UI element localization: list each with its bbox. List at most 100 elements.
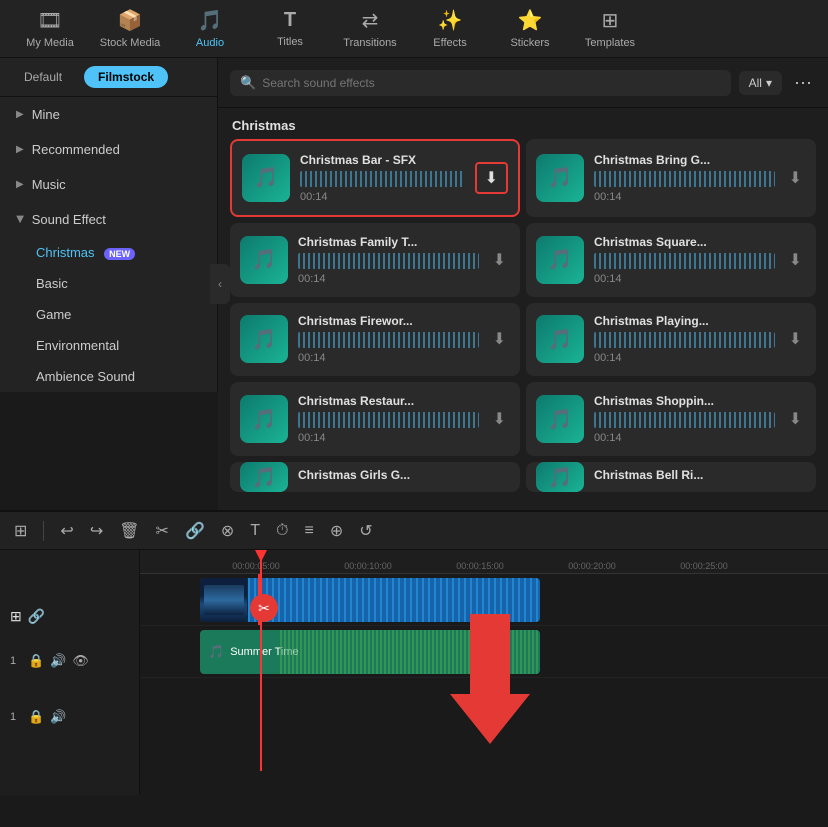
download-button-5[interactable]: ⬇ (489, 325, 510, 353)
undo-icon[interactable]: ↩ (56, 517, 77, 545)
no-link-icon[interactable]: ⊗ (217, 517, 238, 545)
titles-icon: T (284, 9, 296, 32)
cut-icon[interactable]: ✂ (152, 517, 173, 545)
sound-card-2[interactable]: 🎵 Christmas Bring G... 00:14 ⬇ (526, 139, 816, 217)
sound-name-3: Christmas Family T... (298, 235, 479, 249)
ruler-label-0 (140, 561, 200, 571)
sound-duration-2: 00:14 (594, 191, 775, 203)
timeline-tracks: 00:00:05:00 00:00:10:00 00:00:15:00 00:0… (140, 550, 828, 795)
ruler-labels: 00:00:05:00 00:00:10:00 00:00:15:00 00:0… (140, 561, 760, 571)
search-bar: 🔍 All ▾ ··· (218, 58, 828, 108)
audio-icon-1[interactable]: 🔊 (50, 653, 66, 669)
more-options-button[interactable]: ··· (790, 68, 816, 97)
text-tool-icon[interactable]: T (246, 518, 264, 544)
sound-duration-5: 00:14 (298, 352, 479, 364)
download-button-3[interactable]: ⬇ (489, 246, 510, 274)
nav-titles[interactable]: T Titles (250, 0, 330, 58)
download-button-6[interactable]: ⬇ (785, 325, 806, 353)
chevron-mine: ▶ (16, 109, 24, 120)
sound-info-9: Christmas Girls G... (298, 468, 510, 486)
sidebar-wrapper: Default Filmstock ▶ Mine ▶ Recommended ▶… (0, 58, 218, 510)
sound-wave-4 (594, 253, 775, 269)
tracks-body: ✂ (140, 574, 828, 795)
sound-card-9[interactable]: 🎵 Christmas Girls G... (230, 462, 520, 492)
sidebar-sub-item-christmas[interactable]: Christmas NEW (0, 237, 217, 268)
sidebar-item-music[interactable]: ▶ Music (0, 167, 217, 202)
add-track-icon[interactable]: ⊞ (10, 608, 22, 625)
download-button-2[interactable]: ⬇ (785, 164, 806, 192)
grid-icon[interactable]: ⊞ (10, 517, 31, 545)
track-controls-1: 1 🔒 🔊 👁 (10, 637, 129, 685)
download-button-8[interactable]: ⬇ (785, 405, 806, 433)
sidebar-item-mine[interactable]: ▶ Mine (0, 97, 217, 132)
sidebar-sub-item-ambience-sound[interactable]: Ambience Sound (0, 361, 217, 392)
add-icon[interactable]: ⊕ (326, 517, 347, 545)
sidebar-item-recommended[interactable]: ▶ Recommended (0, 132, 217, 167)
sidebar-item-sound-effect[interactable]: ▶ Sound Effect (0, 202, 217, 237)
tab-default[interactable]: Default (10, 66, 76, 88)
sound-card-1[interactable]: 🎵 Christmas Bar - SFX 00:14 ⬇ (230, 139, 520, 217)
ruler-label-1: 00:00:05:00 (200, 561, 312, 571)
filter-button[interactable]: All ▾ (739, 71, 782, 95)
sound-card-5[interactable]: 🎵 Christmas Firewor... 00:14 ⬇ (230, 303, 520, 377)
nav-transitions[interactable]: ⇄ Transitions (330, 0, 410, 58)
tab-filmstock[interactable]: Filmstock (84, 66, 168, 88)
sidebar-tabs: Default Filmstock (0, 58, 217, 97)
download-button-7[interactable]: ⬇ (489, 405, 510, 433)
rotate-icon[interactable]: ↺ (355, 517, 376, 545)
sidebar-collapse-button[interactable]: ‹ (210, 264, 230, 304)
sound-wave-5 (298, 332, 479, 348)
playhead (260, 550, 262, 771)
sound-name-4: Christmas Square... (594, 235, 775, 249)
sound-info-7: Christmas Restaur... 00:14 (298, 394, 479, 444)
nav-audio[interactable]: 🎵 Audio (170, 0, 250, 58)
sidebar-sub-item-basic[interactable]: Basic (0, 268, 217, 299)
nav-templates[interactable]: ⊞ Templates (570, 0, 650, 58)
eye-icon-1[interactable]: 👁 (72, 653, 89, 669)
sound-thumb-10: 🎵 (536, 462, 584, 492)
sound-name-1: Christmas Bar - SFX (300, 153, 465, 167)
sidebar-sub-item-game[interactable]: Game (0, 299, 217, 330)
sound-thumb-1: 🎵 (242, 154, 290, 202)
sound-card-3[interactable]: 🎵 Christmas Family T... 00:14 ⬇ (230, 223, 520, 297)
download-button-1[interactable]: ⬇ (475, 162, 508, 194)
lock-icon-2[interactable]: 🔒 (28, 709, 44, 725)
sound-name-7: Christmas Restaur... (298, 394, 479, 408)
audio-icon-2[interactable]: 🔊 (50, 709, 66, 725)
video-clip-thumb (200, 578, 248, 622)
sound-card-7[interactable]: 🎵 Christmas Restaur... 00:14 ⬇ (230, 382, 520, 456)
sound-card-4[interactable]: 🎵 Christmas Square... 00:14 ⬇ (526, 223, 816, 297)
redo-icon[interactable]: ↪ (86, 517, 107, 545)
download-button-4[interactable]: ⬇ (785, 246, 806, 274)
sound-grid: 🎵 Christmas Bar - SFX 00:14 ⬇ 🎵 Christma… (218, 139, 828, 510)
nav-effects[interactable]: ✨ Effects (410, 0, 490, 58)
nav-stock-media[interactable]: 📦 Stock Media (90, 0, 170, 58)
sound-name-9: Christmas Girls G... (298, 468, 510, 482)
timer-icon[interactable]: ⏱ (272, 518, 292, 544)
sidebar-sub-item-environmental[interactable]: Environmental (0, 330, 217, 361)
nav-my-media[interactable]: 🎞 My Media (10, 0, 90, 58)
chevron-left-icon: ‹ (218, 277, 222, 291)
delete-icon[interactable]: 🗑 (115, 517, 143, 545)
templates-icon: ⊞ (602, 8, 619, 33)
toolbar-divider-1 (43, 521, 44, 541)
sound-duration-6: 00:14 (594, 352, 775, 364)
ruler-label-2: 00:00:10:00 (312, 561, 424, 571)
sound-wave-3 (298, 253, 479, 269)
sound-card-10[interactable]: 🎵 Christmas Bell Ri... (526, 462, 816, 492)
content-panel: 🔍 All ▾ ··· Christmas 🎵 Christmas Bar - … (218, 58, 828, 510)
lock-icon-1[interactable]: 🔒 (28, 653, 44, 669)
link-track-icon[interactable]: 🔗 (28, 608, 45, 625)
sound-info-6: Christmas Playing... 00:14 (594, 314, 775, 364)
sound-card-8[interactable]: 🎵 Christmas Shoppin... 00:14 ⬇ (526, 382, 816, 456)
track-number-2: 1 (10, 711, 22, 723)
adjust-icon[interactable]: ≡ (301, 518, 318, 544)
music-note-icon: 🎵 (208, 644, 224, 660)
sound-thumb-4: 🎵 (536, 236, 584, 284)
sound-info-10: Christmas Bell Ri... (594, 468, 806, 486)
sound-card-6[interactable]: 🎵 Christmas Playing... 00:14 ⬇ (526, 303, 816, 377)
nav-stickers[interactable]: ⭐ Stickers (490, 0, 570, 58)
search-icon: 🔍 (240, 75, 256, 91)
link-icon[interactable]: 🔗 (181, 517, 209, 545)
search-input[interactable] (262, 76, 720, 90)
